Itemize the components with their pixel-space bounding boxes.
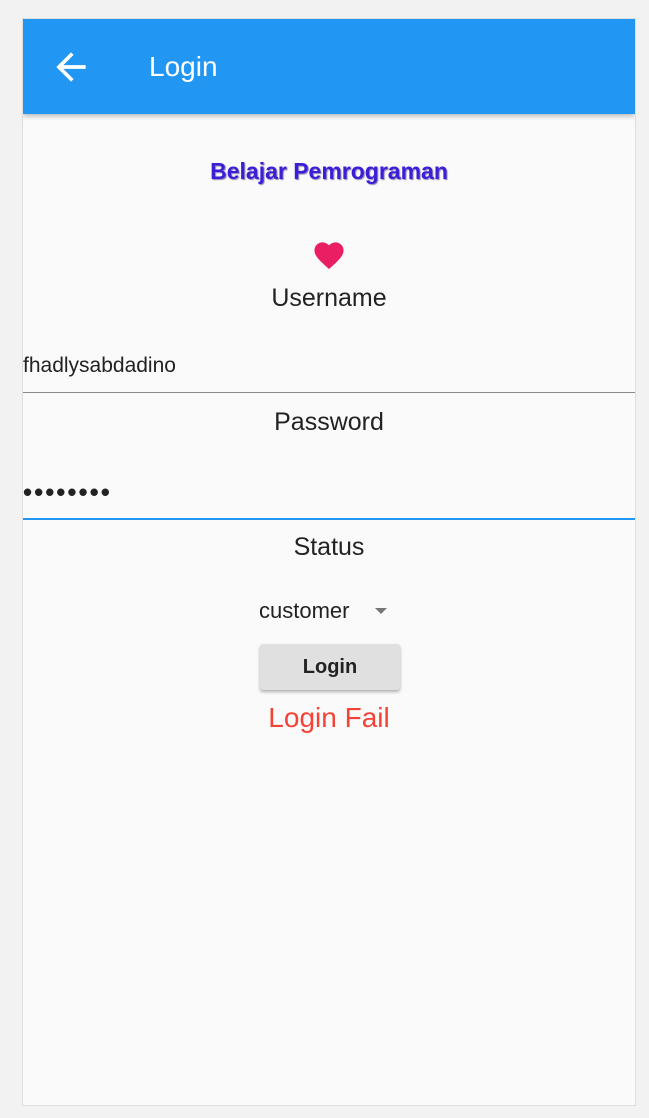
arrow-back-icon [56,52,86,82]
status-label: Status [293,533,365,561]
app-bar: Login [23,19,635,114]
headline-text: Belajar Pemrograman [210,158,448,184]
password-input[interactable] [23,466,635,520]
username-label: Username [271,284,387,312]
arrow-drop-down-icon [375,608,387,614]
heart-icon [311,238,347,270]
username-input[interactable] [23,340,635,393]
device-screen: Login Belajar Pemrograman Username Passw… [22,18,636,1106]
status-selected-value: customer [259,598,350,623]
page-title: Login [149,51,218,82]
password-label: Password [274,408,384,436]
login-form: Belajar Pemrograman Username Password St… [23,114,635,1105]
status-dropdown[interactable]: customer [259,594,401,630]
login-status-message: Login Fail [268,702,390,733]
back-button[interactable] [49,45,93,89]
login-button[interactable]: Login [260,644,400,690]
